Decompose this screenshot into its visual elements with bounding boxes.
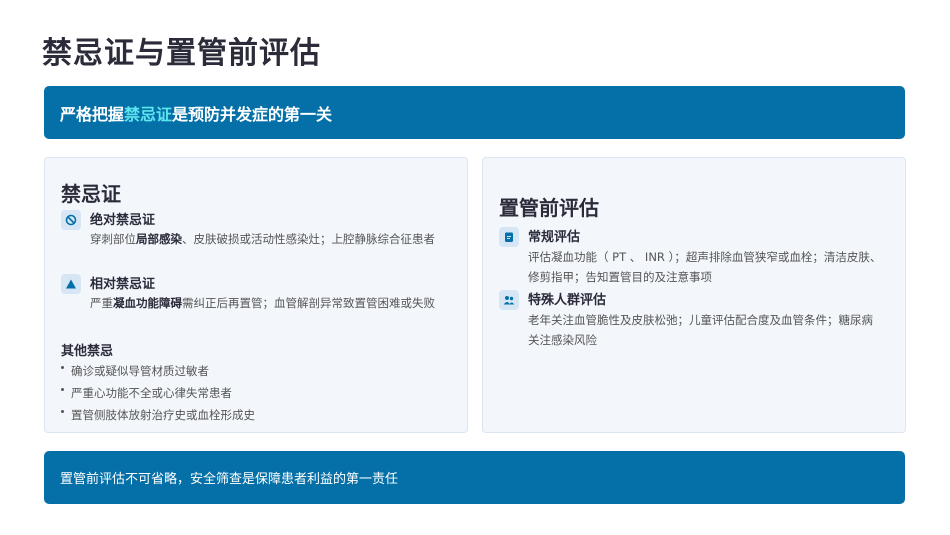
contraindications-card: 禁忌证 绝对禁忌证 穿刺部位局部感染、皮肤破损或活动性感染灶；上腔静脉综合征患者… — [44, 157, 468, 433]
warning-triangle-icon — [61, 274, 81, 294]
relative-contraindication-desc: 严重凝血功能障碍需纠正后再置管；血管解剖异常致置管困难或失败 — [90, 296, 435, 310]
page-title: 禁忌证与置管前评估 — [42, 36, 321, 71]
contraindications-heading: 禁忌证 — [61, 182, 121, 206]
people-icon — [499, 290, 519, 310]
special-population-title: 特殊人群评估 — [528, 293, 607, 308]
other-contraindications-title: 其他禁忌 — [61, 344, 114, 359]
assessment-heading: 置管前评估 — [499, 196, 599, 220]
relative-contraindication-title: 相对禁忌证 — [90, 277, 156, 292]
list-item: 确诊或疑似导管材质过敏者 — [59, 362, 255, 384]
banner-highlight: 禁忌证 — [124, 104, 173, 124]
list-item: 置管侧肢体放射治疗史或血栓形成史 — [59, 406, 255, 428]
no-entry-icon — [61, 210, 81, 230]
other-contraindications-list: 确诊或疑似导管材质过敏者 严重心功能不全或心律失常患者 置管侧肢体放射治疗史或血… — [59, 362, 255, 428]
assessment-card: 置管前评估 常规评估 评估凝血功能（ PT 、 INR ）；超声排除血管狭窄或血… — [482, 157, 906, 433]
routine-assessment-desc: 评估凝血功能（ PT 、 INR ）；超声排除血管狭窄或血栓；清洁皮肤、 修剪指甲… — [528, 250, 882, 284]
key-message-banner: 严格把握 禁忌证 是预防并发症的第一关 — [44, 86, 905, 139]
absolute-contraindication-title: 绝对禁忌证 — [90, 213, 156, 228]
routine-assessment-title: 常规评估 — [528, 230, 581, 245]
banner-prefix: 严格把握 — [60, 104, 125, 124]
clipboard-icon — [499, 227, 519, 247]
list-item: 严重心功能不全或心律失常患者 — [59, 384, 255, 406]
absolute-contraindication-desc: 穿刺部位局部感染、皮肤破损或活动性感染灶；上腔静脉综合征患者 — [90, 232, 435, 246]
footer-banner: 置管前评估不可省略，安全筛查是保障患者利益的第一责任 — [44, 451, 905, 504]
special-population-desc: 老年关注血管脆性及皮肤松弛；儿童评估配合度及血管条件；糖尿病 关注感染风险 — [528, 313, 873, 347]
banner-suffix: 是预防并发症的第一关 — [172, 104, 333, 124]
